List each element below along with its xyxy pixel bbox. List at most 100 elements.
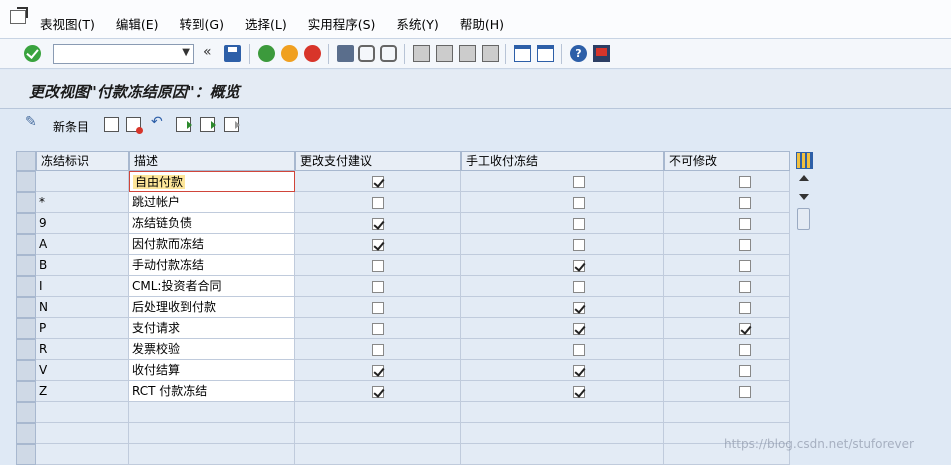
- row-selector[interactable]: [16, 444, 36, 465]
- deselect-all-icon[interactable]: [224, 117, 240, 132]
- col-header-description[interactable]: 描述: [129, 151, 295, 171]
- print-icon[interactable]: [337, 45, 354, 62]
- checkbox-manual-block[interactable]: [573, 260, 585, 272]
- cell-description-input[interactable]: 收付结算: [129, 360, 295, 381]
- next-page-icon[interactable]: [459, 45, 476, 62]
- checkbox-not-changeable[interactable]: [739, 386, 751, 398]
- checkbox-change-proposal[interactable]: [372, 218, 384, 230]
- row-selector[interactable]: [16, 192, 36, 213]
- scrollbar-thumb[interactable]: [797, 208, 810, 230]
- checkbox-manual-block[interactable]: [573, 218, 585, 230]
- checkbox-change-proposal[interactable]: [372, 323, 384, 335]
- checkbox-change-proposal[interactable]: [372, 197, 384, 209]
- row-selector[interactable]: [16, 297, 36, 318]
- cell-description-input[interactable]: 发票校验: [129, 339, 295, 360]
- scroll-down-icon[interactable]: [799, 194, 809, 200]
- cell-description-input[interactable]: CML:投资者合同: [129, 276, 295, 297]
- shortcut-icon[interactable]: [537, 45, 554, 62]
- checkbox-manual-block[interactable]: [573, 302, 585, 314]
- checkbox-not-changeable[interactable]: [739, 218, 751, 230]
- first-page-icon[interactable]: [413, 45, 430, 62]
- row-selector[interactable]: [16, 234, 36, 255]
- checkbox-change-proposal[interactable]: [372, 365, 384, 377]
- checkbox-not-changeable[interactable]: [739, 281, 751, 293]
- find-icon[interactable]: [358, 45, 375, 62]
- cell-description-input[interactable]: 支付请求: [129, 318, 295, 339]
- row-selector[interactable]: [16, 381, 36, 402]
- back-icon[interactable]: [258, 45, 275, 62]
- row-selector[interactable]: [16, 423, 36, 444]
- cell-description-input[interactable]: 后处理收到付款: [129, 297, 295, 318]
- checkbox-manual-block[interactable]: [573, 365, 585, 377]
- system-menu-icon[interactable]: [10, 10, 26, 24]
- col-header-manual-block[interactable]: 手工收付冻结: [461, 151, 664, 171]
- checkbox-not-changeable[interactable]: [739, 302, 751, 314]
- row-selector[interactable]: [16, 213, 36, 234]
- col-header-not-changeable[interactable]: 不可修改: [664, 151, 790, 171]
- menu-help[interactable]: 帮助(H): [460, 14, 504, 33]
- checkbox-manual-block[interactable]: [573, 176, 585, 188]
- menu-utilities[interactable]: 实用程序(S): [308, 14, 376, 33]
- save-icon[interactable]: [224, 45, 241, 62]
- menu-table-view[interactable]: 表视图(T): [40, 14, 95, 33]
- checkbox-change-proposal[interactable]: [372, 260, 384, 272]
- cell-description-input[interactable]: 跳过帐户: [129, 192, 295, 213]
- checkbox-change-proposal[interactable]: [372, 344, 384, 356]
- cell-description-input[interactable]: 因付款而冻结: [129, 234, 295, 255]
- new-entries-icon[interactable]: [25, 114, 40, 132]
- find-next-icon[interactable]: [380, 45, 397, 62]
- new-entries-button[interactable]: 新条目: [53, 118, 89, 135]
- row-selector[interactable]: [16, 402, 36, 423]
- collapse-arrows-icon[interactable]: «: [203, 44, 212, 60]
- command-field[interactable]: ▼: [53, 44, 194, 64]
- select-all-rows-corner[interactable]: [16, 151, 36, 171]
- table-settings-icon[interactable]: [796, 152, 813, 169]
- delete-icon[interactable]: [126, 117, 143, 134]
- cell-description-input[interactable]: RCT 付款冻结: [129, 381, 295, 402]
- checkbox-not-changeable[interactable]: [739, 344, 751, 356]
- checkbox-manual-block[interactable]: [573, 197, 585, 209]
- previous-page-icon[interactable]: [436, 45, 453, 62]
- checkbox-change-proposal[interactable]: [372, 386, 384, 398]
- copy-as-icon[interactable]: [104, 117, 119, 132]
- menu-goto[interactable]: 转到(G): [180, 14, 224, 33]
- checkbox-change-proposal[interactable]: [372, 302, 384, 314]
- row-selector[interactable]: [16, 255, 36, 276]
- checkbox-not-changeable[interactable]: [739, 239, 751, 251]
- last-page-icon[interactable]: [482, 45, 499, 62]
- row-selector[interactable]: [16, 318, 36, 339]
- checkbox-not-changeable[interactable]: [739, 176, 751, 188]
- checkbox-not-changeable[interactable]: [739, 260, 751, 272]
- help-icon[interactable]: ?: [570, 45, 587, 62]
- row-selector[interactable]: [16, 360, 36, 381]
- customize-layout-icon[interactable]: [593, 45, 610, 62]
- checkbox-not-changeable[interactable]: [739, 323, 751, 335]
- menu-system[interactable]: 系统(Y): [396, 14, 438, 33]
- select-all-icon[interactable]: [176, 117, 192, 132]
- select-block-icon[interactable]: [200, 117, 216, 132]
- cell-description-input[interactable]: 手动付款冻结: [129, 255, 295, 276]
- checkbox-manual-block[interactable]: [573, 386, 585, 398]
- checkbox-change-proposal[interactable]: [372, 239, 384, 251]
- checkbox-not-changeable[interactable]: [739, 197, 751, 209]
- exit-icon[interactable]: [281, 45, 298, 62]
- col-header-block-key[interactable]: 冻结标识: [36, 151, 129, 171]
- checkbox-manual-block[interactable]: [573, 323, 585, 335]
- enter-check-icon[interactable]: [24, 45, 41, 62]
- scroll-up-icon[interactable]: [799, 175, 809, 181]
- row-selector[interactable]: [16, 276, 36, 297]
- checkbox-change-proposal[interactable]: [372, 281, 384, 293]
- cancel-icon[interactable]: [304, 45, 321, 62]
- menu-select[interactable]: 选择(L): [245, 14, 287, 33]
- row-selector[interactable]: [16, 171, 36, 192]
- cell-description-input[interactable]: 自由付款: [129, 171, 295, 192]
- checkbox-manual-block[interactable]: [573, 239, 585, 251]
- cell-description-input[interactable]: 冻结链负债: [129, 213, 295, 234]
- checkbox-change-proposal[interactable]: [372, 176, 384, 188]
- new-session-icon[interactable]: [514, 45, 531, 62]
- chevron-down-icon[interactable]: ▼: [182, 47, 190, 58]
- menu-edit[interactable]: 编辑(E): [116, 14, 159, 33]
- checkbox-manual-block[interactable]: [573, 281, 585, 293]
- checkbox-manual-block[interactable]: [573, 344, 585, 356]
- col-header-change-proposal[interactable]: 更改支付建议: [295, 151, 461, 171]
